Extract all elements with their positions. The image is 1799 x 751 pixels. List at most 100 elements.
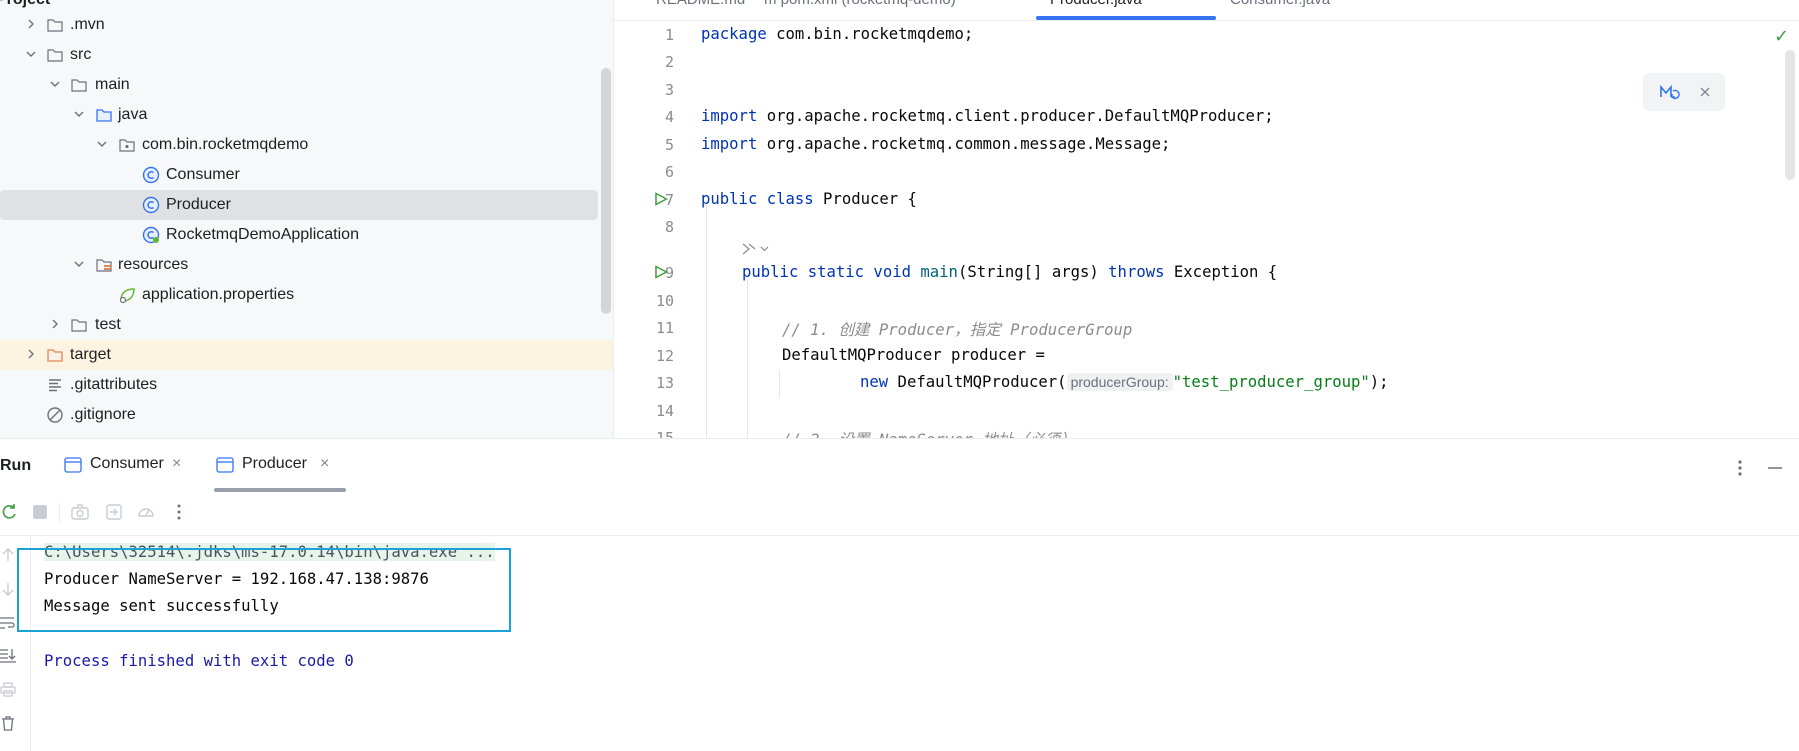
code-line-7: public class Producer { — [701, 190, 917, 208]
tree-item-label: main — [95, 76, 130, 93]
tree-item-target[interactable]: target — [0, 340, 613, 370]
tree-item-src[interactable]: src — [0, 40, 598, 70]
editor-scrollbar[interactable] — [1785, 50, 1795, 180]
run-class-icon[interactable] — [654, 192, 668, 206]
tree-item-label: src — [70, 46, 92, 63]
rerun-icon[interactable] — [0, 503, 18, 521]
code-line-9: public static void main(String[] args) t… — [742, 263, 1278, 281]
tree-item-consumer[interactable]: Consumer — [0, 160, 598, 190]
soft-wrap-icon[interactable] — [0, 615, 16, 631]
chevron-down-icon[interactable] — [95, 137, 109, 151]
chevron-right-icon[interactable] — [24, 17, 38, 31]
chevron-right-icon[interactable] — [24, 347, 38, 361]
chevron-down-icon[interactable] — [24, 47, 38, 61]
close-icon[interactable] — [1699, 86, 1711, 98]
ignore-file-icon — [47, 407, 63, 423]
run-main-icon[interactable] — [654, 265, 668, 279]
indent-guide — [779, 370, 780, 398]
chevron-right-icon[interactable] — [48, 317, 62, 331]
run-toolbar — [0, 491, 1799, 536]
line-number: 14 — [655, 402, 674, 420]
tree-item-application-properties[interactable]: application.properties — [0, 280, 598, 310]
tree-item-java[interactable]: java — [0, 100, 598, 130]
tree-item-label: resources — [118, 256, 189, 273]
java-class-icon — [142, 166, 160, 184]
stop-icon[interactable] — [31, 503, 49, 521]
tree-item-package[interactable]: com.bin.rocketmqdemo — [0, 130, 598, 160]
line-number: 4 — [664, 108, 674, 126]
project-scrollbar[interactable] — [601, 68, 611, 314]
minimize-icon[interactable] — [1766, 459, 1784, 477]
indent-guide — [706, 200, 707, 438]
tree-item-label: Consumer — [166, 166, 240, 183]
source-folder-icon — [96, 109, 112, 122]
dashboard-icon[interactable] — [137, 503, 155, 521]
tree-item-resources[interactable]: resources — [0, 250, 598, 280]
folder-icon — [47, 49, 63, 62]
tree-item-label: target — [70, 346, 111, 363]
arrow-up-icon[interactable] — [0, 547, 16, 563]
run-tab-producer[interactable]: Producer × — [216, 453, 346, 483]
tree-item-main[interactable]: main — [0, 70, 598, 100]
tree-item-label: Producer — [166, 196, 231, 213]
tree-item-label: RocketmqDemoApplication — [166, 226, 359, 243]
camera-icon[interactable] — [71, 503, 89, 521]
package-icon — [119, 139, 135, 152]
tree-item-test[interactable]: test — [0, 310, 598, 340]
highlight-box — [17, 548, 511, 632]
reload-maven-icon[interactable] — [1658, 82, 1680, 102]
line-number: 5 — [664, 136, 674, 154]
inspection-ok-icon[interactable]: ✓ — [1774, 26, 1789, 47]
parameter-hint: producerGroup: — [1066, 373, 1173, 391]
close-tab-icon[interactable]: × — [320, 455, 329, 473]
console-exit-line: Process finished with exit code 0 — [44, 652, 354, 670]
line-number: 6 — [664, 163, 674, 181]
line-number: 2 — [664, 53, 674, 71]
folder-icon — [71, 319, 87, 332]
tree-item-producer[interactable]: Producer — [0, 190, 598, 220]
line-number: 8 — [664, 218, 674, 236]
line-number: 12 — [655, 347, 674, 365]
close-tab-icon[interactable]: × — [172, 455, 181, 473]
arrow-down-icon[interactable] — [0, 581, 16, 597]
more-options-icon[interactable] — [170, 503, 188, 521]
excluded-folder-icon — [47, 349, 63, 362]
tree-item-application[interactable]: RocketmqDemoApplication — [0, 220, 598, 250]
tab-pom[interactable]: m pom.xml (rocketmq-demo) — [764, 0, 956, 8]
code-line-11: // 1. 创建 Producer，指定 ProducerGroup — [782, 321, 1133, 339]
editor-tab-strip: README.md m pom.xml (rocketmq-demo) Prod… — [614, 0, 1799, 21]
tree-item-label: .mvn — [70, 16, 105, 33]
tree-item-mvn[interactable]: .mvn — [0, 10, 598, 40]
line-number: 10 — [655, 292, 674, 310]
trash-icon[interactable] — [0, 715, 16, 731]
tree-item-label: .gitignore — [70, 406, 136, 423]
tree-item-gitignore[interactable]: .gitignore — [0, 400, 598, 430]
tab-producer-java[interactable]: Producer.java — [1050, 0, 1142, 8]
tree-item-gitattributes[interactable]: .gitattributes — [0, 370, 598, 400]
more-options-icon[interactable] — [1733, 459, 1747, 477]
text-file-icon — [49, 379, 61, 392]
code-line-1: package com.bin.rocketmqdemo; — [701, 25, 974, 43]
code-editor[interactable]: README.md m pom.xml (rocketmq-demo) Prod… — [614, 0, 1799, 438]
chevron-down-icon[interactable] — [48, 77, 62, 91]
chevron-down-icon[interactable] — [1764, 0, 1778, 4]
folder-icon — [47, 19, 63, 32]
run-window-title: Run — [0, 457, 32, 474]
line-number: 1 — [664, 26, 674, 44]
ai-actions-icon[interactable] — [740, 240, 774, 258]
run-tab-consumer[interactable]: Consumer × — [64, 453, 194, 483]
scroll-to-end-icon[interactable] — [0, 647, 16, 663]
project-panel-title: Project — [0, 0, 50, 9]
floating-toolbar — [1643, 73, 1725, 111]
tree-item-label: java — [118, 106, 148, 123]
tree-item-label: com.bin.rocketmqdemo — [142, 136, 309, 153]
tab-consumer-java[interactable]: Consumer.java — [1230, 0, 1330, 8]
indent-guide — [747, 280, 748, 438]
active-tab-indicator — [1036, 16, 1216, 20]
tab-readme[interactable]: README.md — [656, 0, 745, 8]
exit-icon[interactable] — [105, 503, 123, 521]
chevron-down-icon[interactable] — [72, 257, 86, 271]
print-icon[interactable] — [0, 681, 16, 697]
properties-file-icon — [119, 288, 135, 304]
chevron-down-icon[interactable] — [72, 107, 86, 121]
